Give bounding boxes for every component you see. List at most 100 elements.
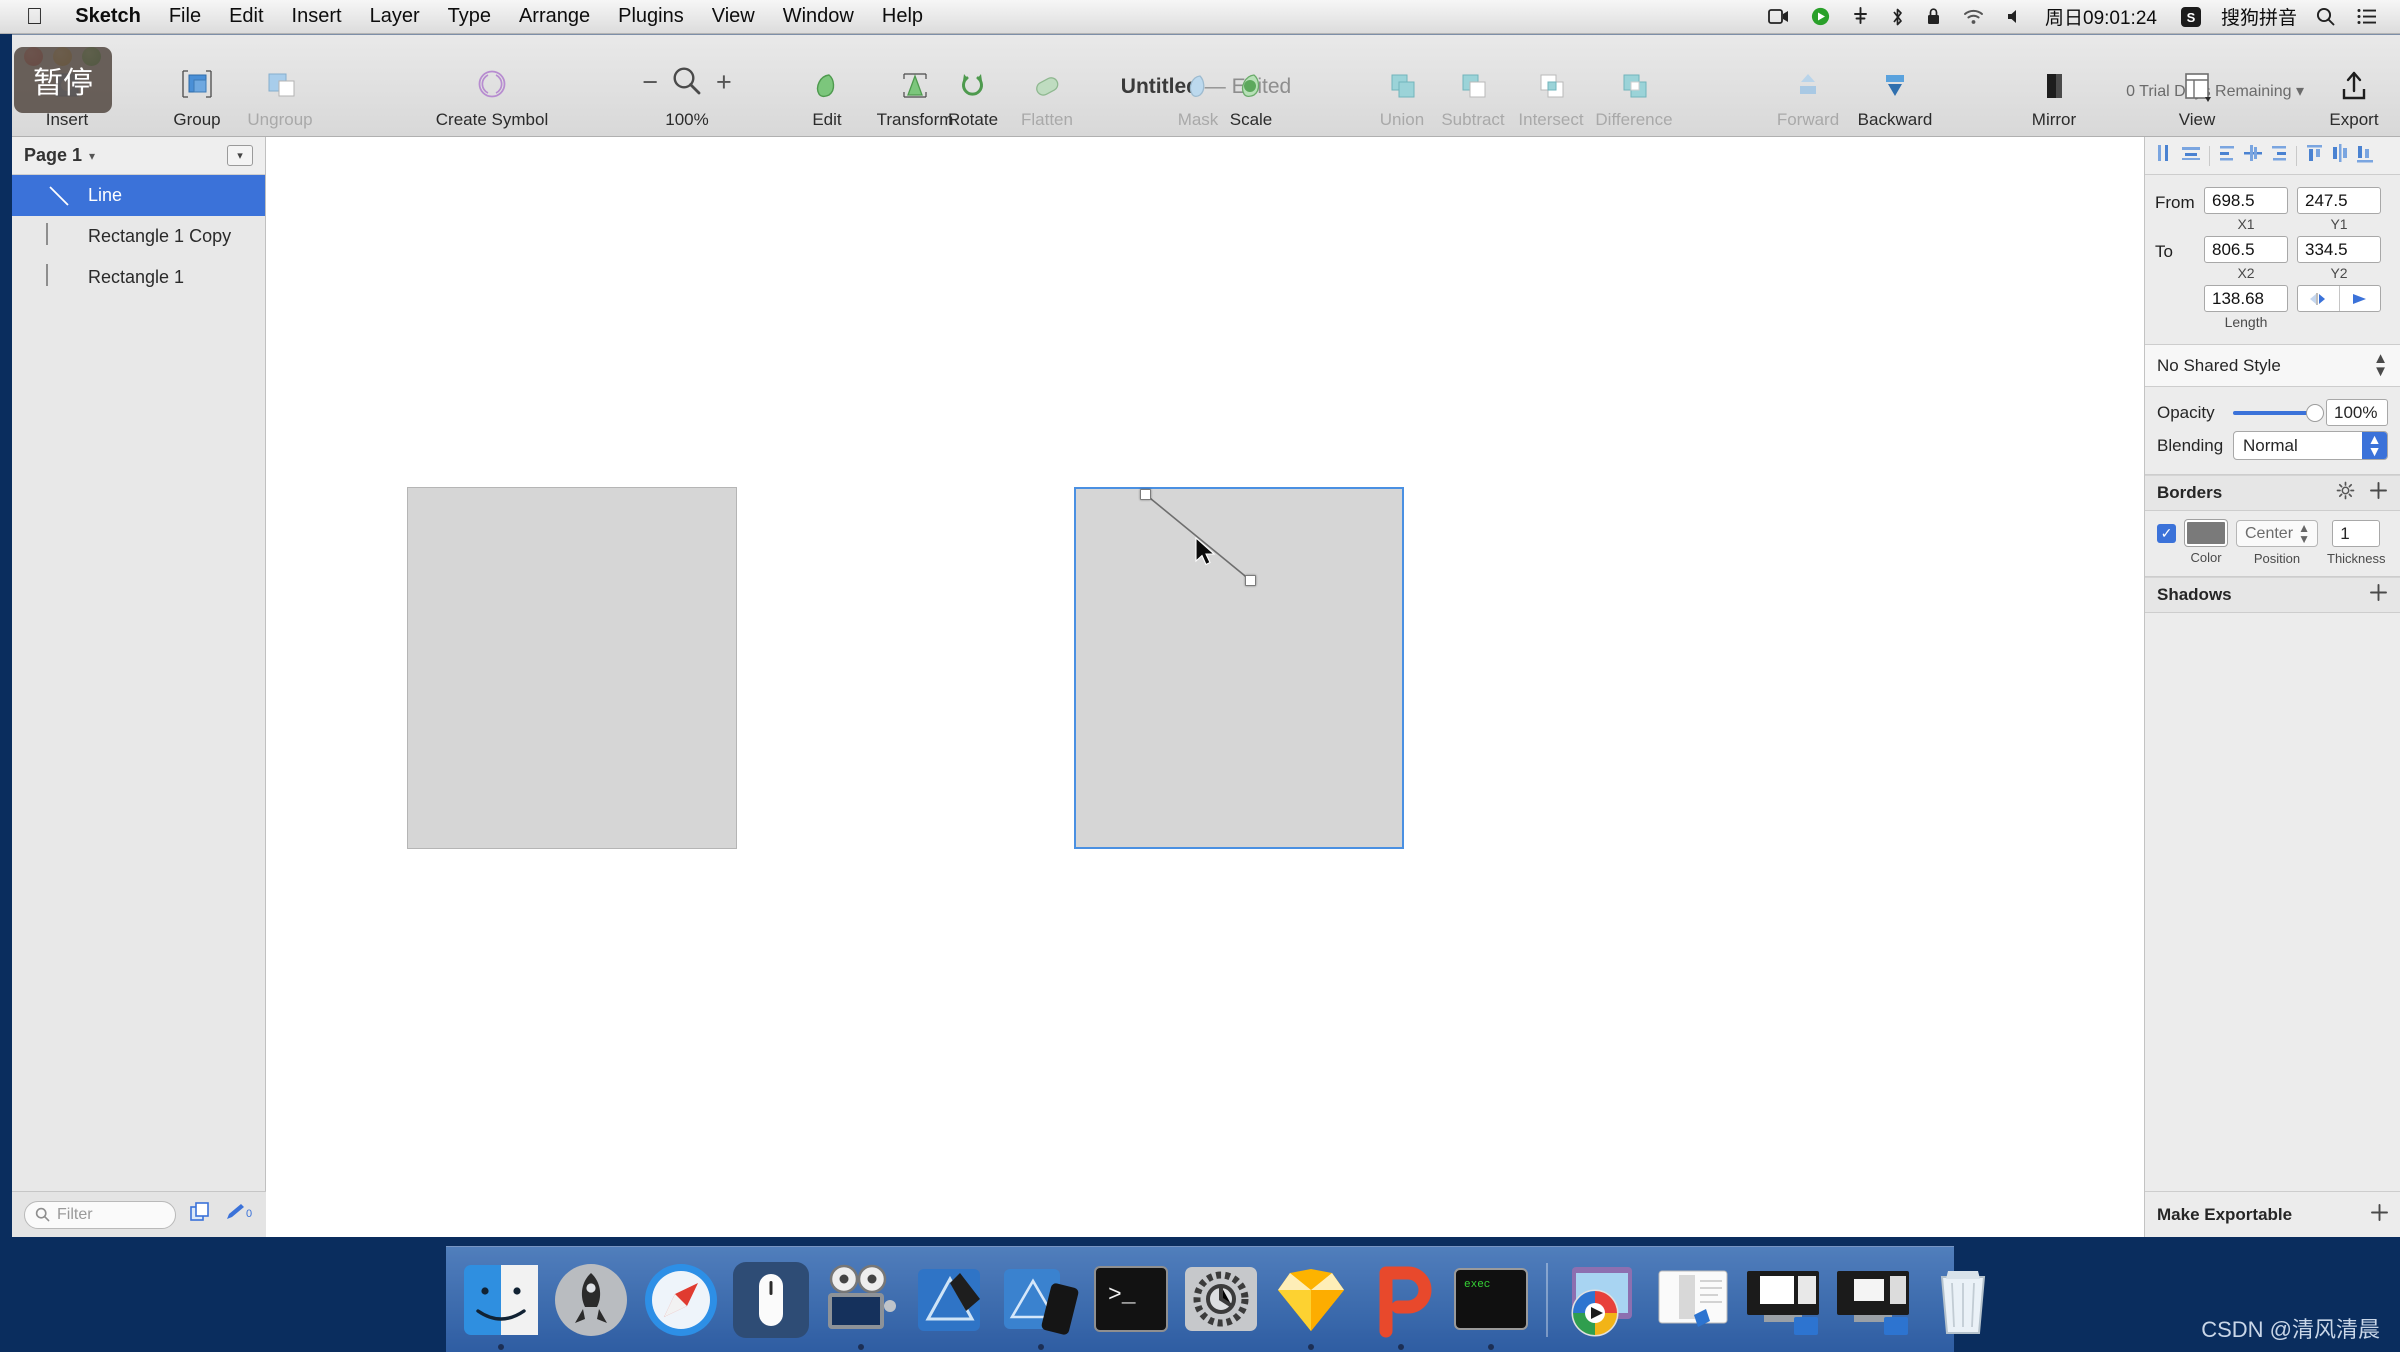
- screen-record-icon[interactable]: [1759, 0, 1798, 34]
- menu-type[interactable]: Type: [434, 5, 505, 28]
- play-circle-icon[interactable]: [1802, 0, 1839, 34]
- opacity-slider[interactable]: [2233, 403, 2324, 422]
- page-list-icon[interactable]: ▾: [227, 145, 253, 166]
- menu-bar-clock[interactable]: 周日09:01:24: [2035, 3, 2167, 30]
- menu-insert[interactable]: Insert: [278, 5, 356, 28]
- canvas-rectangle-1-copy[interactable]: [1074, 487, 1404, 849]
- border-color-swatch[interactable]: [2185, 520, 2227, 546]
- flip-horizontal-icon[interactable]: [2298, 286, 2339, 311]
- toolbar-create-symbol[interactable]: Create Symbol: [412, 59, 572, 130]
- dock-minimized-media-player[interactable]: [1562, 1259, 1644, 1341]
- toolbar-export[interactable]: Export: [2309, 59, 2399, 130]
- pause-overlay[interactable]: 暂停: [14, 47, 112, 113]
- toolbar-view[interactable]: View: [2152, 59, 2242, 130]
- from-row: From 698.5 X1 247.5 Y1: [2155, 187, 2390, 232]
- dock-minimized-document-window[interactable]: [1652, 1259, 1734, 1341]
- line-handle-start[interactable]: [1139, 488, 1151, 500]
- menu-arrange[interactable]: Arrange: [505, 5, 604, 28]
- menu-file[interactable]: File: [155, 5, 215, 28]
- layer-row-line[interactable]: Line: [12, 175, 265, 216]
- wifi-icon[interactable]: [1954, 0, 1993, 34]
- toolbar-flatten[interactable]: Flatten: [992, 59, 1102, 130]
- align-top-icon[interactable]: [2216, 142, 2240, 169]
- distribute-left-icon[interactable]: [2303, 142, 2327, 169]
- canvas-rectangle-1[interactable]: [407, 487, 737, 849]
- bluetooth-icon[interactable]: [1882, 0, 1913, 34]
- menu-view[interactable]: View: [698, 5, 769, 28]
- menu-edit[interactable]: Edit: [215, 5, 277, 28]
- toolbar-ungroup[interactable]: Ungroup: [225, 59, 335, 130]
- dock-item-trash[interactable]: [1922, 1259, 2004, 1341]
- dock-item-terminal[interactable]: >_: [1090, 1259, 1172, 1341]
- menu-help[interactable]: Help: [868, 5, 937, 28]
- y2-input[interactable]: 334.5: [2297, 236, 2381, 263]
- zoom-in-button[interactable]: +: [716, 67, 732, 98]
- border-thickness-input[interactable]: 1: [2332, 520, 2381, 547]
- volume-icon[interactable]: [1997, 0, 2031, 34]
- toolbar-backward[interactable]: Backward: [1840, 59, 1950, 130]
- align-center-horizontal-icon[interactable]: [2179, 142, 2203, 169]
- zoom-out-button[interactable]: −: [642, 67, 658, 98]
- shared-style-row[interactable]: No Shared Style ▲ ▼: [2145, 345, 2400, 387]
- input-method-badge-icon[interactable]: S: [2171, 0, 2211, 34]
- flip-vertical-icon[interactable]: [2338, 286, 2381, 311]
- lock-icon[interactable]: [1917, 0, 1950, 34]
- make-exportable-row[interactable]: Make Exportable: [2145, 1191, 2400, 1237]
- distribute-right-icon[interactable]: [2353, 142, 2377, 169]
- dock-item-finder[interactable]: [460, 1259, 542, 1350]
- dock-item-prepros[interactable]: [1360, 1259, 1442, 1350]
- menu-window[interactable]: Window: [769, 5, 868, 28]
- menu-sketch[interactable]: Sketch: [61, 5, 155, 28]
- page-header[interactable]: Page 1 ▾ ▾: [12, 137, 265, 175]
- opacity-input[interactable]: 100%: [2326, 399, 2388, 426]
- dock-item-system-preferences[interactable]: [1180, 1259, 1262, 1341]
- align-left-icon[interactable]: [2154, 142, 2178, 169]
- dock-minimized-screen-window-1[interactable]: [1742, 1259, 1824, 1341]
- line-handle-end[interactable]: [1244, 574, 1256, 586]
- stepper-icon[interactable]: ▲ ▼: [2373, 351, 2388, 378]
- toolbar-difference[interactable]: Difference: [1582, 59, 1686, 130]
- x1-input[interactable]: 698.5: [2204, 187, 2288, 214]
- dock-item-imovie[interactable]: [820, 1259, 902, 1350]
- opacity-slider-knob[interactable]: [2306, 403, 2324, 422]
- border-position-select[interactable]: Center ▲ ▼: [2236, 520, 2318, 547]
- duplicate-icon[interactable]: [188, 1200, 212, 1229]
- layer-row-rectangle-1[interactable]: Rectangle 1: [12, 257, 265, 298]
- distribute-center-icon[interactable]: [2328, 142, 2352, 169]
- gear-icon[interactable]: [2336, 481, 2355, 505]
- notification-center-icon[interactable]: [2348, 0, 2386, 34]
- border-enabled-checkbox[interactable]: ✓: [2157, 524, 2176, 543]
- dock-item-xcode[interactable]: [910, 1259, 992, 1341]
- toolbar-mirror[interactable]: Mirror: [2009, 59, 2099, 130]
- dock-item-launchpad[interactable]: [550, 1259, 632, 1341]
- menu-layer[interactable]: Layer: [356, 5, 434, 28]
- dock-item-safari[interactable]: [640, 1259, 722, 1341]
- apple-logo-icon[interactable]: : [0, 5, 61, 28]
- blending-select[interactable]: Normal ▲ ▼: [2233, 431, 2388, 460]
- input-method-label[interactable]: 搜狗拼音: [2215, 3, 2303, 30]
- dock-item-mouse-utility[interactable]: [730, 1259, 812, 1341]
- add-shadow-button[interactable]: [2369, 583, 2388, 607]
- add-border-button[interactable]: [2369, 481, 2388, 505]
- x2-input[interactable]: 806.5: [2204, 236, 2288, 263]
- y1-input[interactable]: 247.5: [2297, 187, 2381, 214]
- dock-item-xcode-simulator[interactable]: [1000, 1259, 1082, 1350]
- toolbar-edit[interactable]: Edit: [794, 59, 860, 130]
- add-export-button[interactable]: [2370, 1203, 2389, 1227]
- filter-input[interactable]: Filter: [24, 1200, 176, 1229]
- toolbar-scale[interactable]: Scale: [1211, 59, 1291, 130]
- dock-item-sketch[interactable]: [1270, 1259, 1352, 1350]
- union-icon: [1383, 59, 1421, 105]
- dock-minimized-screen-window-2[interactable]: [1832, 1259, 1914, 1341]
- airdrop-icon[interactable]: [1843, 0, 1878, 34]
- length-input[interactable]: 138.68: [2204, 285, 2288, 312]
- search-icon[interactable]: [2307, 0, 2344, 34]
- menu-plugins[interactable]: Plugins: [604, 5, 698, 28]
- align-middle-icon[interactable]: [2241, 142, 2265, 169]
- align-bottom-icon[interactable]: [2266, 142, 2290, 169]
- pencil-icon[interactable]: 0: [224, 1201, 254, 1228]
- layer-row-rectangle-1-copy[interactable]: Rectangle 1 Copy: [12, 216, 265, 257]
- length-label: Length: [2224, 314, 2268, 330]
- dock-item-exec-app[interactable]: exec: [1450, 1259, 1532, 1350]
- design-canvas[interactable]: [266, 137, 2144, 1237]
